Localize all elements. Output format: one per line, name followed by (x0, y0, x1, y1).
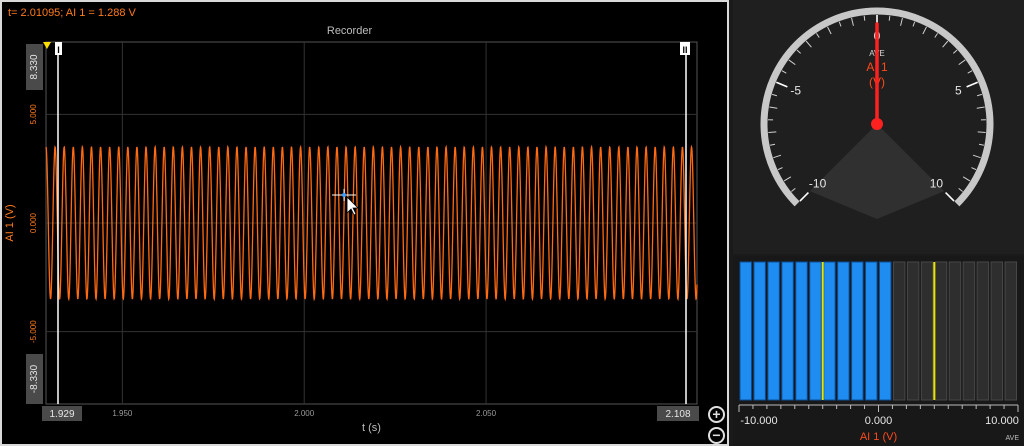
gauge-tick (768, 131, 777, 134)
gauge-tick (888, 15, 891, 21)
x-axis-label: t (s) (362, 422, 381, 434)
gauge-tick (976, 106, 985, 109)
bar-scale-label: 10.000 (985, 415, 1019, 427)
bar-segment (892, 261, 906, 401)
bar-segment (739, 261, 752, 401)
gauge-tick (942, 40, 949, 48)
zoom-in-button[interactable]: + (708, 406, 725, 423)
gauge-tick (971, 167, 977, 171)
gauge-tick (978, 143, 985, 146)
bar-segment (865, 261, 878, 401)
gauge-tick (945, 192, 955, 202)
bar-channel-label: AI 1 (V) (860, 431, 897, 443)
bar-meter: -10.000 0.000 10.000 AI 1 (V) AVE (738, 261, 1020, 443)
zoom-out-button[interactable]: − (708, 427, 725, 444)
bar-segment (990, 261, 1004, 401)
cursor-marker-right-label: II (682, 45, 687, 55)
cursor-readout: t= 2.01095; AI 1 = 1.288 V (8, 7, 136, 19)
gauge-tick (838, 21, 842, 27)
y-axis-label: AI 1 (V) (4, 204, 16, 241)
gauge-tick (771, 93, 778, 97)
cursor-marker-left-label: I (57, 45, 60, 55)
x-tick-label: 2.050 (476, 409, 497, 418)
gauge-tick (912, 21, 916, 27)
cursor-point (342, 193, 347, 198)
gauge-tick (783, 176, 792, 182)
bar-segment (948, 261, 962, 401)
x-max-label: 2.108 (665, 409, 690, 420)
y-max-box: 8.330 (26, 44, 43, 90)
bar-segment (1004, 261, 1017, 401)
gauge-tick (791, 187, 796, 192)
bar-segment (823, 261, 836, 401)
y-tick-label: 0.000 (29, 212, 38, 233)
gauge-tick (805, 40, 812, 48)
gauge-panel: -10-50510AVEAI 1(V) (733, 0, 1024, 254)
gauge-wedge (809, 124, 945, 219)
bar-segment (781, 261, 794, 401)
recorder-panel: 1.950 2.000 2.050 5.000 0.000 -5.000 t (s) AI 1… (0, 0, 729, 446)
x-tick-label: 2.000 (294, 409, 315, 418)
gauge-tick (977, 131, 986, 134)
gauge-scale-label: -5 (790, 83, 801, 97)
gauge-tick (976, 93, 983, 97)
bar-segment (906, 261, 920, 401)
x-tick-label: 1.950 (112, 409, 133, 418)
y-min-label: -8.330 (29, 364, 40, 393)
gauge-tick (900, 17, 903, 26)
gauge-tick (958, 59, 966, 66)
gauge-tick (922, 26, 927, 35)
gauge-tick (799, 192, 809, 202)
recorder-plot[interactable]: 1.950 2.000 2.050 5.000 0.000 -5.000 t (s) AI 1… (2, 2, 727, 444)
gauge-tick (953, 49, 958, 54)
x-min-label: 1.929 (49, 409, 74, 420)
y-max-label: 8.330 (29, 54, 40, 79)
gauge-tick (863, 15, 866, 21)
bar-scale-label: -10.000 (740, 415, 777, 427)
gauge-tick (972, 154, 981, 159)
y-min-box: -8.330 (26, 354, 43, 404)
gauge-tick (851, 17, 854, 26)
gauge-tick (958, 187, 963, 192)
bar-segment (879, 261, 892, 401)
gauge-tick (773, 154, 782, 159)
gauge-tick (769, 106, 778, 109)
bar-segment (795, 261, 808, 401)
y-tick-label: 5.000 (29, 104, 38, 125)
bar-mode-label: AVE (1006, 435, 1020, 442)
gauge-tick (788, 59, 796, 66)
gauge-scale-label: 5 (955, 83, 962, 97)
bar-segment (753, 261, 766, 401)
gauge-tick (769, 143, 776, 146)
gauge-tick (966, 81, 979, 88)
gauge-tick (775, 81, 788, 88)
gauge-scale-label: -10 (809, 176, 827, 190)
bar-segment (920, 261, 934, 401)
analog-gauge: -10-50510AVEAI 1(V) (760, 7, 994, 219)
gauge-tick (816, 33, 820, 38)
bar-segment (976, 261, 990, 401)
bar-scale-label: 0.000 (865, 415, 893, 427)
bar-segment (809, 261, 822, 401)
bar-segment (934, 261, 948, 401)
gauge-tick (962, 176, 971, 182)
bar-segment (767, 261, 780, 401)
bar-segment (837, 261, 850, 401)
bar-segment (851, 261, 864, 401)
gauge-tick (967, 70, 973, 74)
gauge-scale-label: 10 (930, 176, 944, 190)
y-tick-label: -5.000 (29, 320, 38, 343)
bar-segment (962, 261, 976, 401)
bar-meter-panel: -10.000 0.000 10.000 AI 1 (V) AVE (733, 256, 1024, 446)
gauge-needle-hub (871, 118, 883, 130)
gauge-tick (796, 49, 801, 54)
gauge-tick (781, 70, 787, 74)
gauge-tick (934, 33, 938, 38)
recorder-title: Recorder (326, 25, 373, 37)
gauge-tick (827, 26, 832, 35)
gauge-tick (777, 167, 783, 171)
